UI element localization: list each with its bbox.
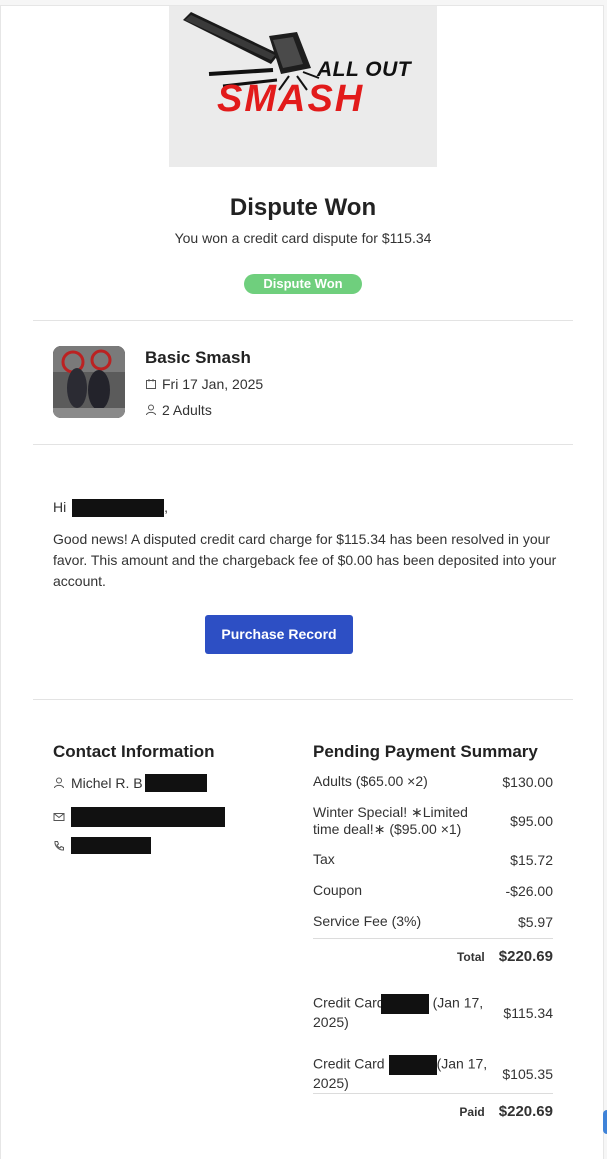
line-item: Adults ($65.00 ×2) $130.00 xyxy=(313,773,553,790)
greeting-suffix: , xyxy=(164,499,169,515)
redacted-card xyxy=(388,1055,437,1075)
email-card: ALL OUT SMASH Dispute Won You won a cred… xyxy=(0,5,604,1159)
paid-value: $220.69 xyxy=(498,1103,553,1120)
booking-date-text: Fri 17 Jan, 2025 xyxy=(162,376,264,392)
charge-row: Credit Card (Jan 17, 2025) $115.34 xyxy=(313,994,553,1030)
greeting: Hi , xyxy=(53,499,169,518)
greeting-text: Hi xyxy=(53,499,67,515)
booking-guests: 2 Adults xyxy=(145,402,212,418)
total-value: $220.69 xyxy=(498,948,553,965)
redacted-email xyxy=(71,807,225,827)
redacted-card xyxy=(380,994,429,1014)
total-row: Total $220.69 xyxy=(313,948,553,965)
contact-title: Contact Information xyxy=(53,742,215,761)
divider xyxy=(313,1093,553,1094)
line-item: Winter Special! ∗Limited time deal!∗ ($9… xyxy=(313,804,553,837)
divider xyxy=(33,444,573,445)
charge-row: Credit Card (Jan 17, 2025) $105.35 xyxy=(313,1055,553,1091)
calendar-icon xyxy=(146,379,156,389)
contact-name-text: Michel R. B xyxy=(71,775,143,791)
booking-guests-text: 2 Adults xyxy=(162,402,212,418)
page-subtitle: You won a credit card dispute for $115.3… xyxy=(174,230,432,246)
redacted-phone xyxy=(71,837,151,854)
purchase-record-button[interactable]: Purchase Record xyxy=(205,615,353,654)
phone-icon xyxy=(54,840,64,851)
message-body: Good news! A disputed credit card charge… xyxy=(53,531,557,589)
contact-name: Michel R. B xyxy=(53,774,207,792)
total-label: Total xyxy=(456,950,485,964)
page-title: Dispute Won xyxy=(229,194,377,221)
divider xyxy=(313,938,553,939)
paid-label: Paid xyxy=(459,1105,485,1119)
contact-email xyxy=(53,807,225,827)
booking-date: Fri 17 Jan, 2025 xyxy=(145,376,263,392)
person-icon xyxy=(54,777,64,789)
brand-logo: ALL OUT SMASH xyxy=(169,6,437,167)
payment-title: Pending Payment Summary xyxy=(313,742,538,761)
person-icon xyxy=(146,404,156,416)
product-thumbnail xyxy=(53,346,125,418)
line-item: Service Fee (3%) $5.97 xyxy=(313,913,553,930)
mail-icon xyxy=(53,813,65,821)
payment-summary: Adults ($65.00 ×2) $130.00 Winter Specia… xyxy=(313,766,553,1126)
line-item: Tax $15.72 xyxy=(313,851,553,868)
product-name: Basic Smash xyxy=(145,348,251,367)
redacted-name xyxy=(72,499,165,518)
scroll-indicator[interactable] xyxy=(603,1110,607,1134)
paid-row: Paid $220.69 xyxy=(313,1103,553,1120)
redacted-surname xyxy=(144,774,207,792)
divider xyxy=(33,699,573,700)
contact-phone xyxy=(53,837,151,854)
divider xyxy=(33,320,573,321)
status-badge: Dispute Won xyxy=(244,274,362,294)
brand-line2: SMASH xyxy=(217,78,365,120)
line-item: Coupon -$26.00 xyxy=(313,882,553,899)
